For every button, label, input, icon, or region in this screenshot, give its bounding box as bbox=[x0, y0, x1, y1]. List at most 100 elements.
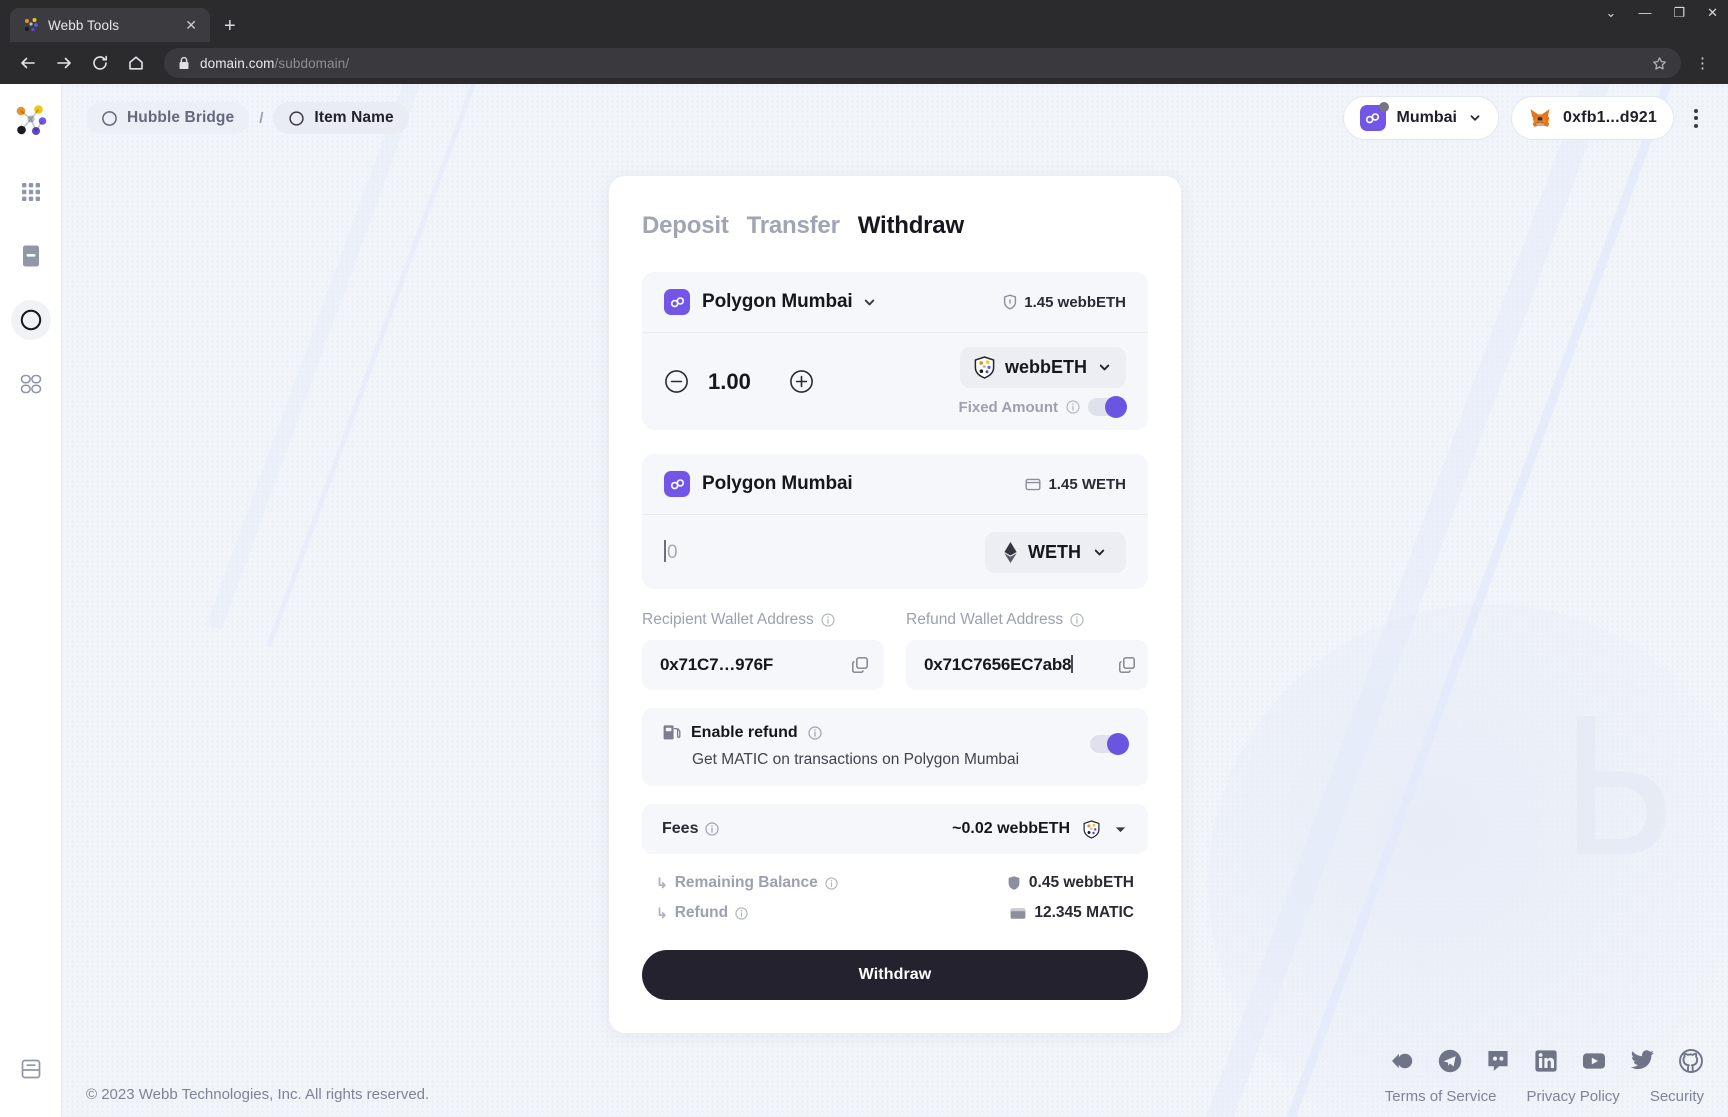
shield-icon bbox=[1003, 294, 1017, 310]
footer-link-terms[interactable]: Terms of Service bbox=[1385, 1088, 1497, 1105]
polygon-icon bbox=[664, 471, 690, 497]
plus-circle-icon[interactable] bbox=[789, 369, 814, 394]
browser-tab-title: Webb Tools bbox=[48, 17, 120, 33]
commit-icon[interactable] bbox=[1389, 1048, 1415, 1074]
source-balance: 1.45 webbETH bbox=[1003, 294, 1126, 311]
enable-refund-box: Enable refund Get MATIC on transactions … bbox=[642, 708, 1148, 786]
wallet-icon bbox=[1010, 907, 1026, 920]
maximize-window-icon[interactable]: ❐ bbox=[1673, 6, 1685, 19]
reload-icon[interactable] bbox=[84, 47, 116, 79]
info-icon[interactable] bbox=[825, 876, 838, 890]
footer-right: Terms of Service Privacy Policy Security bbox=[1385, 1047, 1704, 1105]
info-icon[interactable] bbox=[735, 906, 748, 920]
youtube-icon[interactable] bbox=[1581, 1048, 1607, 1074]
text-cursor bbox=[1071, 655, 1073, 673]
forward-arrow-icon[interactable] bbox=[48, 47, 80, 79]
close-window-icon[interactable]: ✕ bbox=[1707, 6, 1718, 19]
sidebar-item-nodes[interactable] bbox=[11, 364, 51, 404]
tab-deposit[interactable]: Deposit bbox=[642, 212, 729, 240]
breadcrumb-item-item-name[interactable]: Item Name bbox=[273, 102, 409, 134]
tab-withdraw[interactable]: Withdraw bbox=[858, 212, 964, 240]
footer-link-privacy[interactable]: Privacy Policy bbox=[1526, 1088, 1619, 1105]
metamask-icon bbox=[1528, 106, 1552, 130]
bridge-tabs: Deposit Transfer Withdraw bbox=[642, 212, 1148, 240]
fees-label-group: Fees bbox=[662, 820, 720, 838]
chevron-down-icon bbox=[1468, 111, 1482, 125]
footer-inner: © 2023 Webb Technologies, Inc. All right… bbox=[86, 1047, 1704, 1105]
copyright-text: © 2023 Webb Technologies, Inc. All right… bbox=[86, 1086, 430, 1103]
source-token-selector[interactable]: webbETH bbox=[959, 347, 1126, 388]
info-icon[interactable] bbox=[808, 725, 822, 740]
fees-row[interactable]: Fees ~0.02 webbETH bbox=[642, 804, 1148, 854]
minus-circle-icon[interactable] bbox=[664, 369, 689, 394]
kebab-menu-icon[interactable] bbox=[1688, 101, 1704, 136]
webb-logo-icon[interactable] bbox=[14, 104, 48, 138]
app-sidebar bbox=[0, 84, 62, 1117]
source-balance-value: 1.45 webbETH bbox=[1024, 293, 1126, 311]
breadcrumb-item-hubble-bridge[interactable]: Hubble Bridge bbox=[86, 102, 250, 134]
summary-value-group: 0.45 webbETH bbox=[1007, 874, 1134, 892]
close-tab-icon[interactable]: ✕ bbox=[182, 18, 200, 32]
destination-panel-body: 0 WETH bbox=[642, 515, 1148, 589]
copy-icon[interactable] bbox=[1118, 656, 1136, 674]
url-domain: domain.com bbox=[200, 55, 275, 71]
home-icon[interactable] bbox=[120, 47, 152, 79]
chain-label: Mumbai bbox=[1396, 109, 1457, 126]
browser-menu-icon[interactable]: ⋮ bbox=[1689, 54, 1716, 72]
destination-amount-input[interactable]: 0 bbox=[664, 540, 678, 564]
sidebar-item-document[interactable] bbox=[11, 236, 51, 276]
summary-value: 0.45 webbETH bbox=[1028, 874, 1134, 891]
refund-address-value: 0x71C7656EC7ab8 bbox=[924, 655, 1073, 675]
info-icon[interactable] bbox=[705, 822, 720, 836]
minimize-window-icon[interactable]: — bbox=[1638, 6, 1651, 19]
recipient-address-box[interactable]: 0x71C7…976F bbox=[642, 640, 884, 690]
window-controls: ⌄ — ❐ ✕ bbox=[1606, 6, 1718, 19]
discord-icon[interactable] bbox=[1485, 1048, 1511, 1074]
recipient-address-value: 0x71C7…976F bbox=[660, 655, 774, 674]
github-icon[interactable] bbox=[1678, 1048, 1704, 1074]
fees-summary: ↳ Remaining Balance 0.45 webbETH ↳ Refun… bbox=[642, 868, 1148, 928]
info-icon[interactable] bbox=[1070, 613, 1084, 627]
source-panel: Polygon Mumbai 1.45 webbETH 1.00 webbETH… bbox=[642, 272, 1148, 430]
bookmark-star-icon[interactable] bbox=[1652, 56, 1667, 71]
chain-selector-button[interactable]: Mumbai bbox=[1342, 96, 1499, 140]
info-icon[interactable] bbox=[1066, 400, 1080, 414]
address-bar[interactable]: domain.com/subdomain/ bbox=[164, 48, 1681, 78]
fixed-amount-toggle[interactable] bbox=[1088, 396, 1127, 418]
eth-icon bbox=[1004, 541, 1017, 563]
copy-icon[interactable] bbox=[851, 656, 869, 674]
twitter-icon[interactable] bbox=[1629, 1047, 1656, 1074]
wallet-button[interactable]: 0xfb1...d921 bbox=[1510, 96, 1674, 140]
bridge-circle-icon bbox=[101, 110, 118, 127]
withdraw-button[interactable]: Withdraw bbox=[642, 950, 1148, 1000]
minimize-tabs-icon[interactable]: ⌄ bbox=[1606, 6, 1617, 19]
back-arrow-icon[interactable] bbox=[12, 47, 44, 79]
recipient-address-label: Recipient Wallet Address bbox=[642, 611, 814, 628]
tab-transfer[interactable]: Transfer bbox=[747, 212, 840, 240]
summary-label-group: ↳ Refund bbox=[656, 904, 748, 922]
linkedin-icon[interactable] bbox=[1533, 1048, 1559, 1074]
refund-address-box[interactable]: 0x71C7656EC7ab8 bbox=[906, 640, 1148, 690]
fixed-amount-label: Fixed Amount bbox=[958, 398, 1058, 416]
chevron-down-icon[interactable] bbox=[862, 295, 877, 310]
sidebar-item-collapse-panel[interactable] bbox=[11, 1049, 51, 1089]
enable-refund-toggle[interactable] bbox=[1090, 733, 1129, 755]
text-cursor bbox=[664, 540, 666, 562]
summary-label: Refund bbox=[674, 904, 729, 921]
destination-token-selector[interactable]: WETH bbox=[985, 531, 1126, 573]
telegram-icon[interactable] bbox=[1437, 1048, 1463, 1074]
chevron-down-icon[interactable] bbox=[1113, 822, 1128, 837]
info-icon[interactable] bbox=[821, 613, 835, 627]
sidebar-item-bridge[interactable] bbox=[10, 300, 51, 340]
destination-amount-placeholder: 0 bbox=[667, 542, 678, 563]
sub-arrow-icon: ↳ bbox=[656, 904, 668, 921]
bridge-card: Deposit Transfer Withdraw Polygon Mumbai… bbox=[609, 176, 1181, 1033]
source-token-label: webbETH bbox=[1004, 357, 1087, 377]
new-tab-button[interactable]: + bbox=[224, 16, 236, 36]
browser-tab[interactable]: Webb Tools ✕ bbox=[10, 8, 210, 42]
amount-value[interactable]: 1.00 bbox=[708, 369, 770, 395]
enable-refund-title: Enable refund bbox=[691, 723, 798, 741]
app-footer: © 2023 Webb Technologies, Inc. All right… bbox=[62, 1047, 1728, 1117]
sidebar-item-grid[interactable] bbox=[11, 172, 51, 212]
footer-link-security[interactable]: Security bbox=[1650, 1088, 1704, 1105]
